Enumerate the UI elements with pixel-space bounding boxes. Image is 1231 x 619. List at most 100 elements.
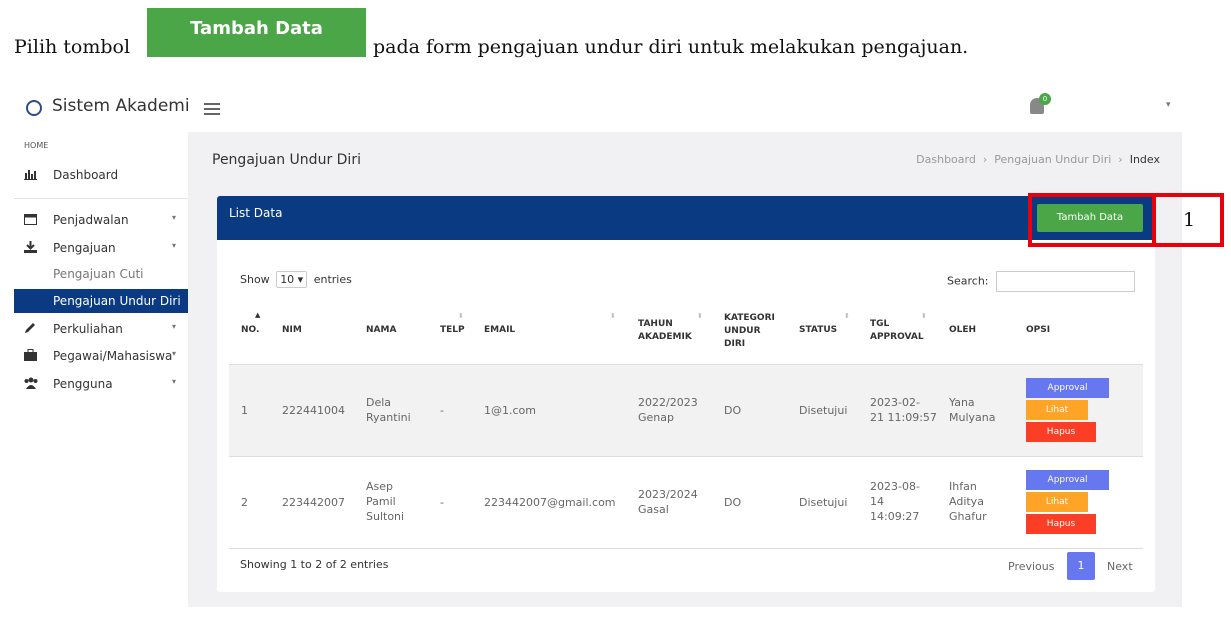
entries-label: entries: [313, 273, 352, 286]
cell-status: Disetujui: [799, 496, 848, 509]
breadcrumb-pengajuan-undur-diri[interactable]: Pengajuan Undur Diri: [994, 153, 1111, 166]
chevron-down-icon: ▾: [172, 241, 177, 250]
show-label: Show: [240, 273, 270, 286]
users-icon: [24, 377, 38, 389]
highlight-box: [1028, 193, 1156, 247]
sidebar-item-label: Pengguna: [53, 377, 113, 391]
app-title: Sistem Akademik: [52, 96, 189, 116]
approval-button[interactable]: Approval: [1026, 470, 1109, 490]
instruction-suffix: pada form pengajuan undur diri untuk mel…: [373, 36, 969, 58]
sidebar-item-pengguna[interactable]: Pengguna ▾: [14, 372, 188, 396]
pagination-previous[interactable]: Previous: [1008, 560, 1055, 573]
sidebar-item-label: Pengajuan: [53, 241, 116, 255]
sidebar-subitem-pengajuan-cuti[interactable]: Pengajuan Cuti: [14, 262, 188, 286]
sidebar-item-perkuliahan[interactable]: Perkuliahan ▾: [14, 317, 188, 341]
breadcrumb-dashboard[interactable]: Dashboard: [916, 153, 976, 166]
search-control: Search:: [947, 271, 1135, 292]
sort-icon: ⬍: [610, 312, 616, 320]
cell-email: 1@1.com: [484, 404, 536, 417]
cell-kategori: DO: [724, 496, 742, 509]
sidebar-item-label: Perkuliahan: [53, 322, 123, 336]
logo-icon: [26, 100, 42, 116]
search-input[interactable]: [996, 271, 1135, 292]
cell-email: 223442007@gmail.com: [484, 496, 616, 509]
sort-asc-icon: ▲: [255, 311, 261, 319]
breadcrumb-index: Index: [1129, 153, 1160, 166]
download-icon: [24, 241, 37, 253]
cell-tahun-akademik: 2022/2023 Genap: [638, 396, 698, 424]
column-header-nim[interactable]: NIM: [282, 324, 302, 337]
sidebar-item-pegawai-mahasiswa[interactable]: Pegawai/Mahasiswa ▾: [14, 344, 188, 368]
list-data-card: List Data Tambah Data Show 10 ▾ entries …: [217, 196, 1155, 592]
sidebar-item-dashboard[interactable]: Dashboard: [14, 163, 188, 187]
hapus-button[interactable]: Hapus: [1026, 514, 1096, 534]
cell-telp: -: [440, 496, 444, 509]
breadcrumb-separator: ›: [1118, 153, 1123, 166]
sort-icon: ⬍: [844, 312, 850, 320]
calendar-icon: [24, 213, 37, 225]
table-row: 2 223442007 Asep Pamil Sultoni - 2234420…: [229, 456, 1143, 548]
card-title: List Data: [229, 206, 283, 220]
page-title: Pengajuan Undur Diri: [212, 152, 361, 168]
entries-length-control: Show 10 ▾ entries: [240, 271, 352, 288]
menu-toggle-icon[interactable]: [204, 100, 220, 118]
chevron-down-icon: ▾: [172, 349, 177, 358]
user-menu-caret-icon[interactable]: ▾: [1166, 100, 1171, 110]
instruction-button-image: Tambah Data: [147, 8, 366, 57]
column-header-tahun-akademik[interactable]: TAHUN AKADEMIK: [638, 318, 692, 344]
lihat-button[interactable]: Lihat: [1026, 492, 1088, 512]
pagination-page-1[interactable]: 1: [1067, 552, 1095, 580]
column-header-opsi: OPSI: [1026, 325, 1051, 335]
column-header-oleh[interactable]: OLEH: [949, 324, 976, 337]
sidebar-item-label: Pengajuan Undur Diri: [53, 294, 181, 308]
cell-nama: Asep Pamil Sultoni: [366, 480, 405, 523]
cell-tahun-akademik: 2023/2024 Gasal: [638, 488, 698, 516]
breadcrumb: Dashboard › Pengajuan Undur Diri › Index: [916, 153, 1160, 166]
lihat-button[interactable]: Lihat: [1026, 400, 1088, 420]
cell-telp: -: [440, 404, 444, 417]
pagination-next[interactable]: Next: [1107, 560, 1133, 573]
sidebar-section-home: HOME: [24, 141, 49, 150]
column-header-kategori[interactable]: KATEGORI UNDUR DIRI: [724, 312, 775, 351]
top-navbar: Sistem Akademik 0 ▾: [14, 88, 1182, 132]
briefcase-icon: [24, 349, 37, 361]
card-header: List Data Tambah Data: [217, 196, 1155, 240]
cell-status: Disetujui: [799, 404, 848, 417]
notification-badge: 0: [1039, 93, 1051, 105]
table-row: 1 222441004 Dela Ryantini - 1@1.com 2022…: [229, 364, 1143, 456]
sidebar-subitem-pengajuan-undur-diri[interactable]: Pengajuan Undur Diri: [14, 289, 188, 313]
cell-oleh: Yana Mulyana: [949, 396, 996, 424]
column-header-status[interactable]: STATUS: [799, 324, 837, 337]
cell-tgl-approval: 2023-08- 14 14:09:27: [870, 480, 920, 523]
cell-nim: 222441004: [282, 404, 345, 417]
breadcrumb-separator: ›: [982, 153, 988, 166]
callout-number: 1: [1183, 209, 1196, 231]
cell-no: 2: [241, 496, 248, 509]
instruction-prefix: Pilih tombol: [14, 36, 131, 58]
cell-kategori: DO: [724, 404, 742, 417]
search-label: Search:: [947, 274, 989, 288]
column-header-nama[interactable]: NAMA: [366, 324, 396, 337]
sidebar-item-pengajuan[interactable]: Pengajuan ▾: [14, 236, 188, 260]
column-header-tgl-approval[interactable]: TGL APPROVAL: [870, 318, 924, 344]
sidebar-divider: [14, 198, 188, 199]
cell-tgl-approval: 2023-02- 21 11:09:57: [870, 396, 937, 424]
sort-icon: ⬍: [921, 312, 927, 320]
hapus-button[interactable]: Hapus: [1026, 422, 1096, 442]
sidebar-item-penjadwalan[interactable]: Penjadwalan ▾: [14, 208, 188, 232]
column-header-no[interactable]: NO.: [241, 324, 259, 337]
sidebar-item-label: Penjadwalan: [53, 213, 129, 227]
cell-no: 1: [241, 404, 248, 417]
pencil-icon: [24, 322, 37, 334]
sort-icon: ⬍: [697, 312, 703, 320]
approval-button[interactable]: Approval: [1026, 378, 1109, 398]
chevron-down-icon: ▾: [172, 322, 177, 331]
column-header-telp[interactable]: TELP: [440, 324, 465, 337]
column-header-email[interactable]: EMAIL: [484, 324, 515, 337]
chevron-down-icon: ▾: [172, 213, 177, 222]
sidebar-item-label: Dashboard: [53, 168, 119, 182]
sort-icon: ⬍: [458, 312, 464, 320]
sidebar: HOME Dashboard Penjadwalan ▾ Pengajuan ▾…: [14, 132, 188, 619]
bar-chart-icon: [24, 168, 37, 180]
entries-select[interactable]: 10 ▾: [276, 271, 308, 288]
